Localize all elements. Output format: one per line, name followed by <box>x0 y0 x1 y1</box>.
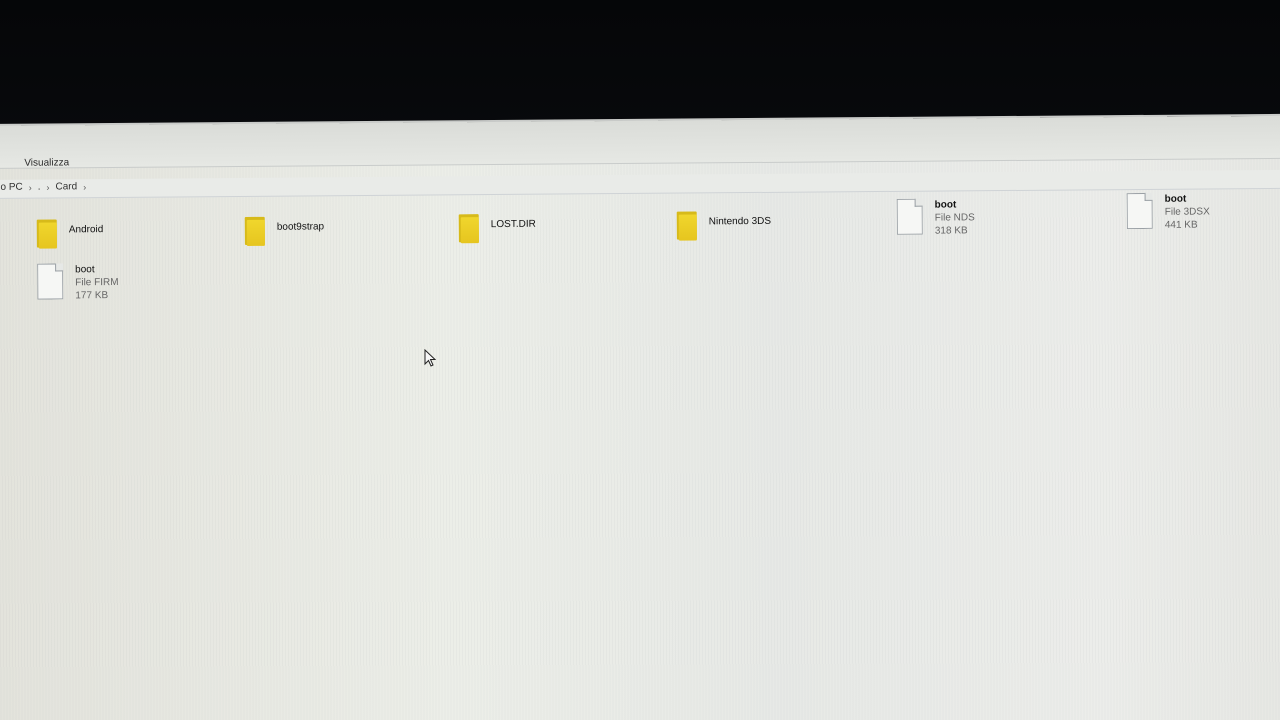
file-item-boot-3dsx[interactable]: boot File 3DSX 441 KB <box>1127 192 1210 232</box>
folder-icon <box>676 209 697 241</box>
item-size: 318 KB <box>934 225 968 237</box>
item-kind: File 3DSX <box>1164 206 1210 218</box>
chevron-right-icon[interactable]: › <box>46 182 49 192</box>
item-name: Android <box>68 224 104 236</box>
item-name: boot <box>934 199 957 211</box>
breadcrumb: o PC › . › Card › <box>0 181 86 193</box>
item-size: 177 KB <box>75 290 109 302</box>
item-size: 441 KB <box>1164 219 1198 231</box>
folder-icon <box>244 215 265 247</box>
item-name: boot <box>1164 193 1187 205</box>
item-name: boot <box>75 264 95 276</box>
file-icon <box>897 198 923 235</box>
file-list: Android boot9strap LOST.DIR Nintendo 3DS <box>0 192 1280 702</box>
chevron-right-icon[interactable]: › <box>83 182 86 192</box>
tab-view[interactable]: Visualizza <box>24 157 69 168</box>
file-icon <box>1127 192 1153 229</box>
item-name: boot9strap <box>276 221 325 233</box>
chevron-right-icon[interactable]: › <box>29 182 32 192</box>
ribbon: Visualizza <box>0 115 1280 169</box>
folder-item-boot9strap[interactable]: boot9strap <box>244 214 325 247</box>
breadcrumb-item-ellipsis[interactable]: . <box>38 182 41 193</box>
file-explorer-window: Visualizza o PC › . › Card › Android boo… <box>0 115 1280 720</box>
item-kind: File FIRM <box>75 276 119 289</box>
folder-icon <box>36 217 57 249</box>
folder-item-android[interactable]: Android <box>36 217 104 250</box>
file-icon <box>37 263 63 299</box>
breadcrumb-item-pc[interactable]: o PC <box>0 182 22 193</box>
folder-icon <box>458 212 479 244</box>
file-item-boot-nds[interactable]: boot File NDS 318 KB <box>897 198 975 238</box>
item-name: Nintendo 3DS <box>708 215 772 228</box>
photo-stage: Visualizza o PC › . › Card › Android boo… <box>0 0 1280 720</box>
item-name: LOST.DIR <box>490 218 536 231</box>
folder-item-lost-dir[interactable]: LOST.DIR <box>458 212 536 245</box>
file-item-boot-firm[interactable]: boot File FIRM 177 KB <box>37 263 119 303</box>
folder-item-nintendo-3ds[interactable]: Nintendo 3DS <box>676 209 772 242</box>
mouse-cursor-icon <box>424 349 436 367</box>
item-kind: File NDS <box>934 212 975 224</box>
breadcrumb-item-card[interactable]: Card <box>55 181 77 192</box>
